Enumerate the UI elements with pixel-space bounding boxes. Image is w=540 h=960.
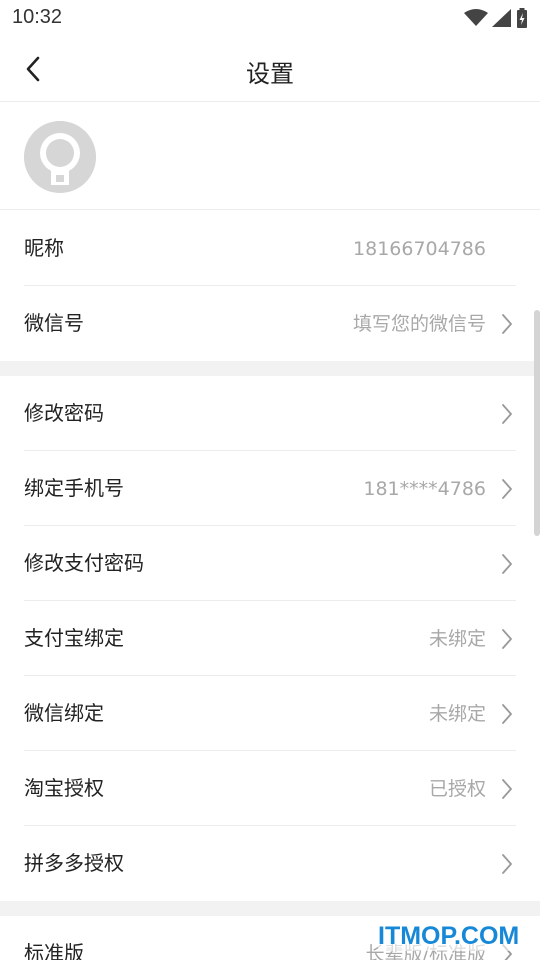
section-divider — [0, 361, 540, 376]
change-password-row[interactable]: 修改密码 — [24, 376, 516, 451]
back-button[interactable] — [14, 50, 52, 88]
nickname-label: 昵称 — [24, 236, 64, 260]
battery-icon — [517, 8, 527, 28]
version-label: 标准版 — [24, 941, 84, 960]
chevron-right-icon — [502, 314, 512, 334]
default-avatar-icon — [24, 121, 96, 193]
alipay-binding-label: 支付宝绑定 — [24, 626, 124, 650]
chevron-right-icon — [502, 854, 512, 874]
chevron-right-icon — [502, 704, 512, 724]
wechat-binding-value: 未绑定 — [428, 703, 486, 725]
status-icons — [464, 8, 528, 28]
wechat-id-row[interactable]: 微信号 填写您的微信号 — [24, 286, 516, 361]
chevron-right-icon — [502, 404, 512, 424]
alipay-binding-value: 未绑定 — [428, 628, 486, 650]
pinduoduo-auth-row[interactable]: 拼多多授权 — [24, 826, 516, 901]
change-password-label: 修改密码 — [24, 401, 104, 425]
chevron-right-icon — [502, 554, 512, 574]
page-title: 设置 — [246, 60, 294, 88]
chevron-left-icon — [26, 56, 40, 82]
security-group: 修改密码 绑定手机号 181****4786 修改支付密码 支付宝绑定 未绑定 … — [0, 376, 540, 901]
taobao-auth-value: 已授权 — [428, 778, 486, 800]
wechat-binding-row[interactable]: 微信绑定 未绑定 — [24, 676, 516, 751]
watermark-logo: ITMOP.COM — [378, 922, 520, 951]
change-payment-password-label: 修改支付密码 — [24, 551, 144, 575]
wechat-binding-label: 微信绑定 — [24, 701, 104, 725]
account-group: 昵称 18166704786 微信号 填写您的微信号 — [0, 211, 540, 361]
wechat-id-value: 填写您的微信号 — [352, 313, 486, 335]
chevron-right-icon — [502, 629, 512, 649]
avatar[interactable] — [24, 121, 96, 193]
wechat-id-label: 微信号 — [24, 311, 84, 335]
bind-phone-row[interactable]: 绑定手机号 181****4786 — [24, 451, 516, 526]
wifi-icon — [464, 9, 488, 26]
alipay-binding-row[interactable]: 支付宝绑定 未绑定 — [24, 601, 516, 676]
pinduoduo-auth-label: 拼多多授权 — [24, 851, 124, 875]
signal-icon — [492, 9, 511, 27]
taobao-auth-row[interactable]: 淘宝授权 已授权 — [24, 751, 516, 826]
nickname-value: 18166704786 — [353, 238, 486, 260]
status-time: 10:32 — [12, 6, 63, 28]
bind-phone-label: 绑定手机号 — [24, 476, 124, 500]
nav-bar: 设置 — [0, 36, 540, 102]
chevron-right-icon — [502, 779, 512, 799]
profile-avatar-row[interactable] — [0, 103, 540, 210]
scrollbar[interactable] — [534, 310, 540, 536]
section-divider — [0, 901, 540, 916]
status-bar: 10:32 — [0, 0, 540, 36]
taobao-auth-label: 淘宝授权 — [24, 776, 104, 800]
bind-phone-value: 181****4786 — [363, 478, 486, 500]
change-payment-password-row[interactable]: 修改支付密码 — [24, 526, 516, 601]
chevron-right-icon — [502, 479, 512, 499]
nickname-row[interactable]: 昵称 18166704786 — [24, 211, 516, 286]
